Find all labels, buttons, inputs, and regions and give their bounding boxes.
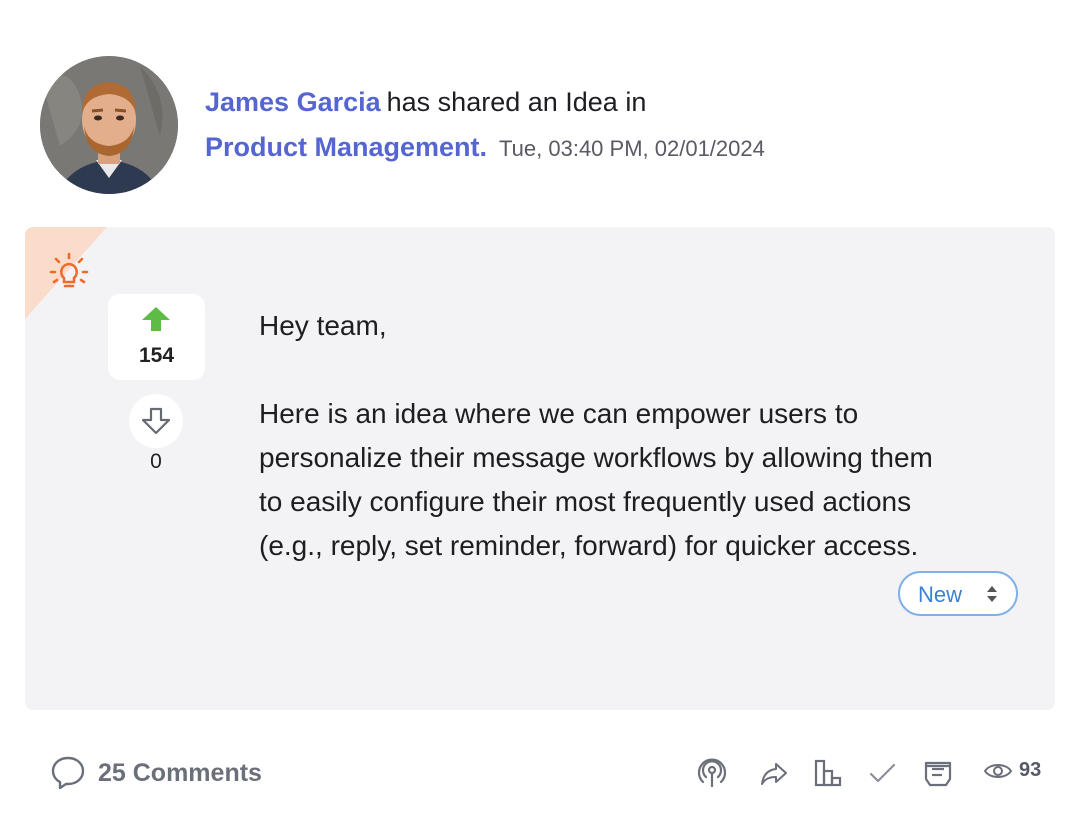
post-header: James Garcia has shared an Idea in	[205, 84, 646, 120]
checkmark-icon[interactable]	[866, 757, 898, 789]
author-link[interactable]: James Garcia	[205, 87, 381, 117]
views-count: 93	[1019, 759, 1042, 781]
status-select[interactable]: New	[898, 571, 1018, 616]
notes-icon[interactable]	[922, 757, 954, 789]
timestamp: Tue, 03:40 PM, 02/01/2024	[499, 136, 765, 161]
podcast-icon[interactable]	[696, 757, 728, 789]
comment-icon	[51, 756, 85, 790]
downvote-count: 0	[150, 450, 162, 473]
views-counter: 93	[983, 759, 1041, 782]
upvote-count: 154	[138, 344, 175, 367]
sort-arrows-icon	[987, 586, 997, 602]
arrow-down-icon	[141, 407, 171, 435]
shared-text: has shared an Idea in	[386, 87, 647, 117]
post-greeting: Hey team,	[259, 310, 387, 341]
post-paragraph: Here is an idea where we can empower use…	[259, 398, 933, 561]
post-body: Hey team, Here is an idea where we can e…	[259, 304, 959, 568]
post-meta: Product Management. Tue, 03:40 PM, 02/01/…	[205, 129, 765, 167]
idea-card: 154 0 Hey team, Here is an idea where we…	[25, 227, 1055, 710]
upvote-button[interactable]: 154	[108, 294, 205, 380]
avatar[interactable]	[40, 56, 178, 194]
lightbulb-icon	[49, 252, 89, 288]
comments-count: 25 Comments	[98, 758, 262, 787]
chart-icon[interactable]	[812, 757, 844, 789]
avatar-portrait	[40, 56, 178, 194]
status-label: New	[918, 582, 963, 607]
downvote-button[interactable]	[129, 394, 183, 448]
share-icon[interactable]	[758, 757, 790, 789]
arrow-up-icon	[142, 307, 170, 331]
comments-link[interactable]: 25 Comments	[50, 753, 262, 793]
post-footer: 25 Comments 93	[0, 745, 1077, 801]
eye-icon	[983, 763, 1013, 778]
category-link[interactable]: Product Management.	[205, 132, 487, 162]
